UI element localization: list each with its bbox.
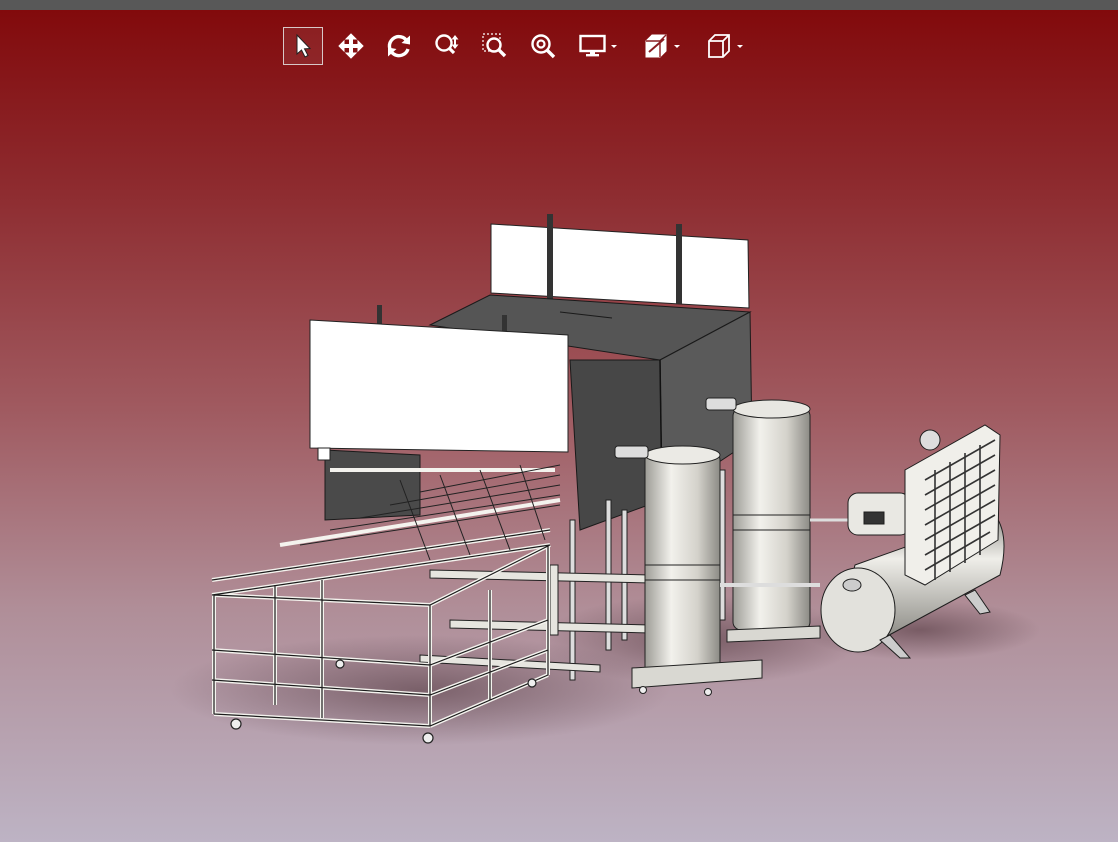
cad-model[interactable] [0, 10, 1118, 842]
window-titlebar [0, 0, 1118, 10]
front-cover-panel[interactable] [309, 319, 569, 461]
rear-cover-panel[interactable] [490, 214, 750, 309]
3d-viewport[interactable] [0, 10, 1118, 842]
